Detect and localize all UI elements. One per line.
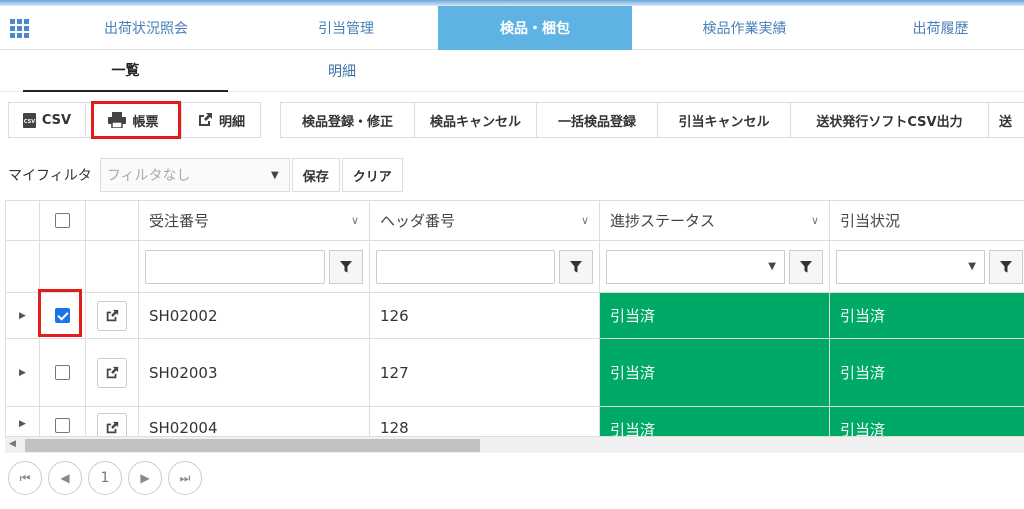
column-order-number[interactable]: 受注番号 ∨ <box>139 201 370 241</box>
tab-shipping-status[interactable]: 出荷状況照会 <box>38 6 254 50</box>
tab-inspection-packing[interactable]: 検品・梱包 <box>438 6 632 50</box>
prev-page-button[interactable]: ◀ <box>48 461 82 495</box>
filter-save-button[interactable]: 保存 <box>291 158 340 192</box>
scroll-left-icon[interactable]: ◀ <box>9 439 16 449</box>
caret-down-icon: ▼ <box>968 261 976 272</box>
header-number-filter-input[interactable] <box>376 249 555 284</box>
inspection-cancel-button[interactable]: 検品キャンセル <box>414 102 537 138</box>
filter-clear-button[interactable]: クリア <box>341 158 403 192</box>
open-detail-button[interactable] <box>97 357 127 388</box>
horizontal-scrollbar[interactable]: ◀ <box>5 436 1024 453</box>
progress-status-cell: 引当済 <box>600 339 830 407</box>
scrollbar-thumb[interactable] <box>25 439 480 452</box>
grid-filter-row: ▼ ▼ <box>6 241 1024 293</box>
allocation-cancel-button[interactable]: 引当キャンセル <box>657 102 791 138</box>
header-number-cell: 128 <box>370 407 600 436</box>
order-number-cell: SH02002 <box>139 293 370 339</box>
chevron-down-icon: ∨ <box>580 214 589 227</box>
allocation-filter-select[interactable]: ▼ <box>836 249 985 284</box>
tab-shipping-history[interactable]: 出荷履歴 <box>857 6 1024 50</box>
main-nav: 出荷状況照会 引当管理 検品・梱包 検品作業実績 出荷履歴 <box>0 6 1024 50</box>
filter-funnel-icon[interactable] <box>989 249 1023 284</box>
more-toolbar-button[interactable]: 送 <box>988 102 1024 138</box>
detail-button[interactable]: 明細 <box>181 102 261 138</box>
expand-row-icon[interactable]: ▶ <box>19 419 26 429</box>
allocation-status-cell: 引当済 <box>830 407 1024 436</box>
order-number-cell: SH02004 <box>139 407 370 436</box>
expand-row-icon[interactable]: ▶ <box>19 368 26 378</box>
my-filter-row: マイフィルタ フィルタなし ▼ 保存 クリア <box>8 158 403 192</box>
column-header-number[interactable]: ヘッダ番号 ∨ <box>370 201 600 241</box>
subtab-detail[interactable]: 明細 <box>228 50 456 92</box>
prev-page-icon: ◀ <box>60 471 70 485</box>
progress-status-cell: 引当済 <box>600 293 830 339</box>
csv-file-icon: CSV <box>22 112 36 128</box>
chevron-down-icon: ∨ <box>350 214 359 227</box>
column-progress-status[interactable]: 進捗ステータス ∨ <box>600 201 830 241</box>
table-row[interactable]: ▶ SH02004 128 引当済 引当済 <box>6 407 1024 436</box>
filter-funnel-icon[interactable] <box>559 249 593 284</box>
allocation-status-cell: 引当済 <box>830 293 1024 339</box>
open-external-icon <box>106 421 119 434</box>
detail-label: 明細 <box>218 114 245 130</box>
row-checkbox[interactable] <box>55 365 70 380</box>
apps-menu-button[interactable] <box>0 6 38 50</box>
tab-allocation[interactable]: 引当管理 <box>254 6 438 50</box>
expand-row-icon[interactable]: ▶ <box>19 311 26 321</box>
header-number-cell: 126 <box>370 293 600 339</box>
csv-button[interactable]: CSV CSV <box>8 102 86 138</box>
open-detail-button[interactable] <box>97 413 127 436</box>
grid-icon <box>9 18 29 38</box>
page-number: 1 <box>100 470 110 486</box>
sub-tabs: 一覧 明細 <box>0 50 1024 92</box>
order-number-cell: SH02003 <box>139 339 370 407</box>
shipping-csv-export-button[interactable]: 送状発行ソフトCSV出力 <box>790 102 989 138</box>
filter-funnel-icon[interactable] <box>329 249 363 284</box>
progress-status-cell: 引当済 <box>600 407 830 436</box>
filter-funnel-icon[interactable] <box>789 249 823 284</box>
order-number-filter-input[interactable] <box>145 249 325 284</box>
progress-filter-select[interactable]: ▼ <box>606 249 785 284</box>
next-page-button[interactable]: ▶ <box>128 461 162 495</box>
next-page-icon: ▶ <box>140 471 150 485</box>
bulk-inspection-button[interactable]: 一括検品登録 <box>536 102 658 138</box>
select-all-cell <box>40 201 86 241</box>
svg-text:CSV: CSV <box>24 119 35 125</box>
row-checkbox[interactable] <box>55 418 70 433</box>
chevron-down-icon: ∨ <box>810 214 819 227</box>
open-detail-button[interactable] <box>97 300 127 331</box>
my-filter-select[interactable]: フィルタなし ▼ <box>99 158 290 192</box>
select-all-checkbox[interactable] <box>55 213 70 228</box>
grid-header-row: 受注番号 ∨ ヘッダ番号 ∨ 進捗ステータス ∨ 引当状況 <box>6 201 1024 241</box>
report-highlight <box>91 101 181 139</box>
csv-label: CSV <box>41 112 72 128</box>
first-page-button[interactable]: ⏮ <box>8 461 42 495</box>
caret-down-icon: ▼ <box>768 261 776 272</box>
filter-placeholder: フィルタなし <box>106 168 191 184</box>
table-row[interactable]: ▶ SH02003 127 引当済 引当済 <box>6 339 1024 407</box>
inspection-register-button[interactable]: 検品登録・修正 <box>280 102 415 138</box>
last-page-icon: ⏭ <box>179 470 191 485</box>
caret-down-icon: ▼ <box>271 169 279 181</box>
my-filter-label: マイフィルタ <box>8 168 92 184</box>
checkbox-highlight <box>38 289 82 337</box>
table-row[interactable]: ▶ SH02002 126 引当済 引当済 <box>6 293 1024 339</box>
current-page: 1 <box>88 461 122 495</box>
allocation-status-cell: 引当済 <box>830 339 1024 407</box>
first-page-icon: ⏮ <box>19 470 31 485</box>
tab-inspection-results[interactable]: 検品作業実績 <box>632 6 857 50</box>
data-grid: 受注番号 ∨ ヘッダ番号 ∨ 進捗ステータス ∨ 引当状況 ▼ ▼ ▶ SH02… <box>5 200 1024 436</box>
pager: ⏮ ◀ 1 ▶ ⏭ <box>8 458 208 498</box>
open-external-icon <box>106 309 119 321</box>
column-allocation-status[interactable]: 引当状況 <box>830 201 1024 241</box>
open-external-icon <box>197 112 213 128</box>
open-external-icon <box>106 366 119 378</box>
last-page-button[interactable]: ⏭ <box>168 461 202 495</box>
header-number-cell: 127 <box>370 339 600 407</box>
subtab-list[interactable]: 一覧 <box>23 50 228 92</box>
